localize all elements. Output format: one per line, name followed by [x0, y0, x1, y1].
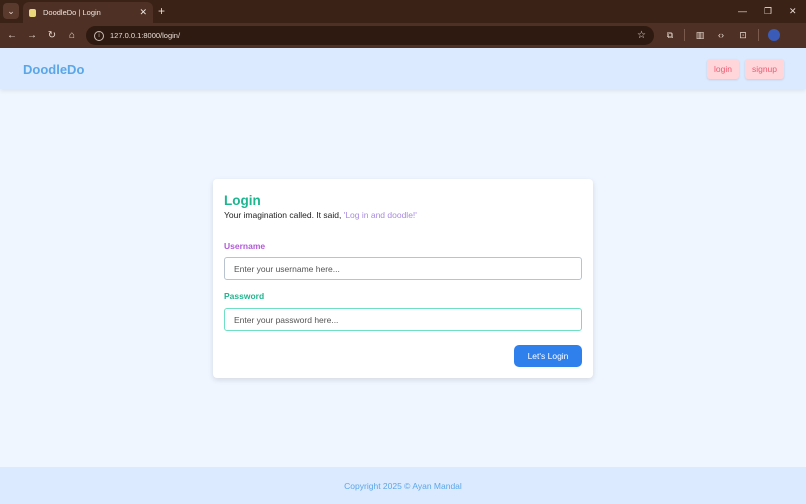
login-card: Login Your imagination called. It said, … — [213, 179, 593, 378]
minimize-icon[interactable]: — — [738, 4, 747, 18]
devtools-icon[interactable]: ‹› — [714, 28, 728, 42]
toolbar-divider — [758, 29, 759, 41]
login-title: Login — [224, 193, 261, 208]
subtitle-quote: 'Log in and doodle!' — [343, 210, 417, 220]
new-tab-icon[interactable]: + — [158, 4, 165, 18]
brand-logo[interactable]: DoodleDo — [23, 62, 84, 77]
site-info-icon[interactable]: i — [94, 30, 104, 41]
reload-icon[interactable]: ↻ — [45, 28, 59, 42]
toolbar-divider — [684, 29, 685, 41]
username-label: Username — [224, 241, 266, 251]
restore-icon[interactable]: ❐ — [764, 4, 772, 18]
back-icon[interactable]: ← — [5, 28, 19, 42]
address-bar[interactable]: i 127.0.0.1:8000/login/ ☆ — [86, 26, 654, 45]
site-footer: Copyright 2025 © Ayan Mandal — [0, 467, 806, 504]
sidebar-icon[interactable]: ▥ — [693, 28, 707, 42]
password-label: Password — [224, 291, 265, 301]
signup-button[interactable]: signup — [745, 59, 784, 79]
home-icon[interactable]: ⌂ — [65, 28, 79, 42]
password-input[interactable] — [224, 308, 582, 331]
url-text[interactable]: 127.0.0.1:8000/login/ — [110, 31, 637, 40]
site-navbar: DoodleDo login signup — [0, 48, 806, 89]
tab-close-icon[interactable]: ✕ — [139, 8, 147, 17]
copyright-text: Copyright 2025 © Ayan Mandal — [344, 480, 462, 491]
browser-toolbar: ← → ↻ ⌂ i 127.0.0.1:8000/login/ ☆ ⧉ ▥ ‹›… — [0, 23, 806, 48]
username-input[interactable] — [224, 257, 582, 280]
login-button[interactable]: login — [707, 59, 739, 79]
window-close-icon[interactable]: ✕ — [789, 4, 797, 18]
favicon-icon — [29, 8, 36, 17]
profile-avatar[interactable] — [768, 29, 780, 41]
browser-tab[interactable]: DoodleDo | Login ✕ — [23, 2, 153, 23]
cast-icon[interactable]: ⊡ — [736, 28, 750, 42]
forward-icon[interactable]: → — [25, 28, 39, 42]
extensions-icon[interactable]: ⧉ — [663, 28, 677, 42]
login-submit-button[interactable]: Let's Login — [514, 345, 582, 367]
login-subtitle: Your imagination called. It said, 'Log i… — [224, 210, 417, 220]
tab-title: DoodleDo | Login — [43, 8, 101, 17]
bookmark-star-icon[interactable]: ☆ — [637, 30, 646, 41]
tab-list-icon[interactable]: ⌄ — [3, 3, 19, 19]
subtitle-text: Your imagination called. It said, — [224, 210, 344, 220]
browser-tab-bar: ⌄ DoodleDo | Login ✕ + — ❐ ✕ — [0, 0, 806, 23]
